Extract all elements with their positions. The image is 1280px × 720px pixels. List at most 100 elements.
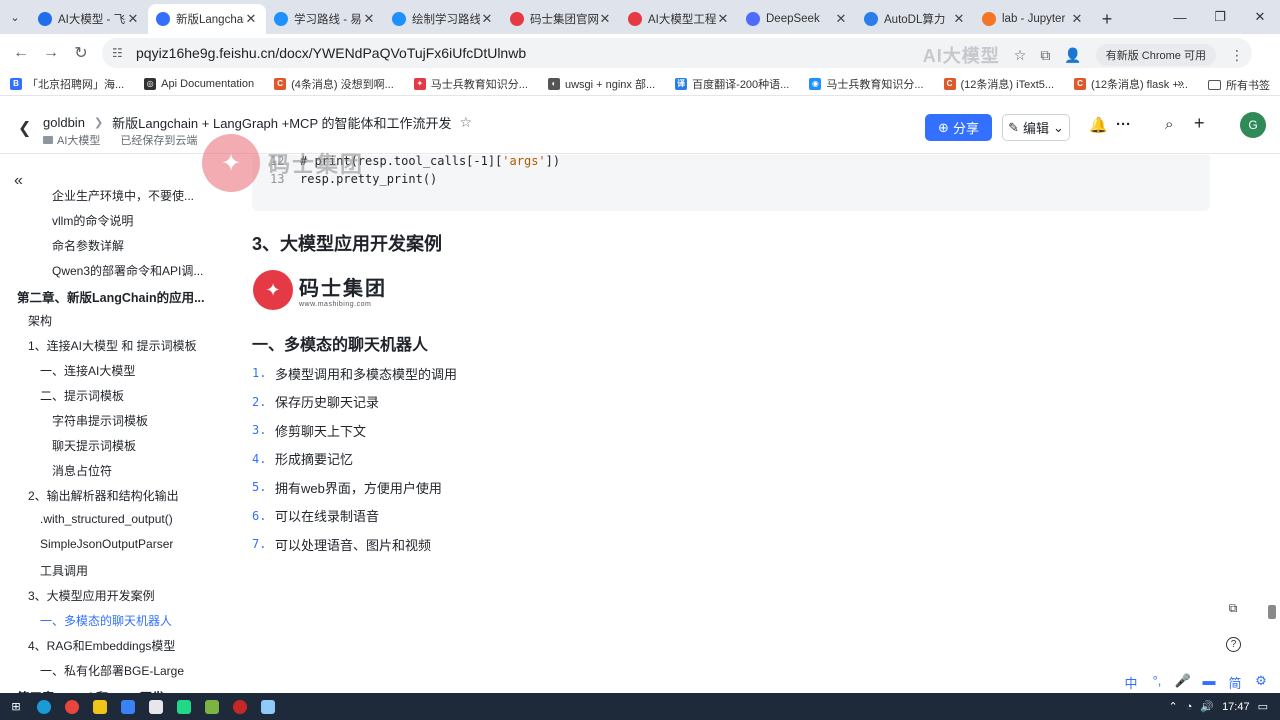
- toc-item[interactable]: 3、大模型应用开发案例: [28, 587, 155, 604]
- toc-item[interactable]: 企业生产环境中，不要使...: [52, 187, 194, 204]
- notepad-icon[interactable]: [200, 695, 224, 719]
- browser-tab[interactable]: AI大模型 - 飞书✕: [30, 4, 148, 34]
- tab-close-icon[interactable]: ✕: [480, 11, 494, 27]
- toc-item[interactable]: Qwen3的部署命令和API调...: [52, 262, 203, 279]
- collapse-sidebar-icon[interactable]: «: [14, 172, 23, 190]
- browser-tab[interactable]: 码士集团官网 ✕: [502, 4, 620, 34]
- tab-close-icon[interactable]: ✕: [1070, 11, 1084, 27]
- avatar[interactable]: G: [1240, 112, 1266, 138]
- browser-tab[interactable]: 学习路线 - 易 ✕: [266, 4, 384, 34]
- tab-close-icon[interactable]: ✕: [244, 11, 258, 27]
- bookmark-item[interactable]: B 「北京招聘网」海...: [10, 76, 124, 92]
- restore-icon[interactable]: ❐: [1200, 0, 1240, 34]
- close-window-icon[interactable]: ✕: [1240, 0, 1280, 34]
- tab-close-icon[interactable]: ✕: [834, 11, 848, 27]
- bookmark-item[interactable]: 译百度翻译-200种语...: [675, 76, 789, 92]
- notification-bell-icon[interactable]: 🔔: [1089, 116, 1108, 134]
- scroll-thumb[interactable]: [1268, 605, 1276, 619]
- add-icon[interactable]: +: [1194, 113, 1205, 134]
- update-chrome-button[interactable]: 有新版 Chrome 可用: [1095, 44, 1216, 66]
- tab-close-icon[interactable]: ✕: [362, 11, 376, 27]
- clock[interactable]: 17:47: [1222, 701, 1250, 713]
- share-button[interactable]: ⊕ 分享: [925, 114, 992, 141]
- toc-item[interactable]: .with_structured_output(): [40, 512, 173, 526]
- toc-item[interactable]: SimpleJsonOutputParser: [40, 537, 173, 551]
- code-block[interactable]: 12 # print(resp.tool_calls[-1]['args']) 1…: [252, 155, 1210, 211]
- forward-icon[interactable]: →: [36, 38, 66, 68]
- folder-link[interactable]: AI大模型: [43, 132, 100, 148]
- edit-mode-button[interactable]: ✎ 编辑 ⌄: [1002, 114, 1070, 141]
- toc-item[interactable]: 命名参数详解: [52, 237, 124, 254]
- ime-button[interactable]: 🎤: [1174, 673, 1192, 692]
- toc-item[interactable]: 一、多模态的聊天机器人: [40, 612, 172, 629]
- windows-start-icon[interactable]: ⊞: [4, 695, 28, 719]
- window-icon[interactable]: [256, 695, 280, 719]
- toc-item[interactable]: 工具调用: [40, 562, 88, 579]
- toc-item[interactable]: 聊天提示词模板: [52, 437, 136, 454]
- all-bookmarks-button[interactable]: 所有书签: [1208, 77, 1270, 93]
- bookmark-item[interactable]: ◐ uwsgi + nginx 部...: [547, 76, 655, 92]
- toc-item[interactable]: 字符串提示词模板: [52, 412, 148, 429]
- recorder-icon[interactable]: [228, 695, 252, 719]
- more-options-icon[interactable]: ···: [1116, 116, 1131, 133]
- bookmark-item[interactable]: ✦ 马士兵教育知识分...: [413, 76, 528, 92]
- bookmark-item[interactable]: C (12条消息) flask +...: [1074, 76, 1188, 92]
- back-icon[interactable]: ←: [6, 38, 36, 68]
- toc-item[interactable]: 一、连接AI大模型: [40, 362, 135, 379]
- tab-search-icon[interactable]: ⌄: [0, 0, 30, 34]
- toc-item[interactable]: 4、RAG和Embeddings模型: [28, 637, 175, 654]
- ime-button[interactable]: ▬: [1200, 673, 1218, 692]
- bookmark-item[interactable]: ◎ Api Documentation: [144, 77, 254, 90]
- toc-item[interactable]: 消息占位符: [52, 462, 112, 479]
- url-input[interactable]: ☷ pqyiz16he9g.feishu.cn/docx/YWENdPaQVoT…: [102, 38, 1252, 68]
- network-icon[interactable]: ◔: [1186, 701, 1193, 713]
- ime-button[interactable]: 简: [1226, 673, 1244, 692]
- app-icon[interactable]: [116, 695, 140, 719]
- volume-icon[interactable]: 🔊: [1200, 700, 1214, 713]
- browser-tab[interactable]: AI大模型工程 ✕: [620, 4, 738, 34]
- edge-icon[interactable]: [32, 695, 56, 719]
- bookmark-item[interactable]: ◉ 马士兵教育知识分...: [809, 76, 924, 92]
- bookmark-star-icon[interactable]: ☆: [1014, 47, 1027, 64]
- browser-tab[interactable]: 绘制学习路线 ✕: [384, 4, 502, 34]
- browser-tab[interactable]: DeepSeek ✕: [738, 4, 856, 34]
- toc-item[interactable]: 第二章、新版LangChain的应用...: [17, 287, 205, 306]
- bookmark-item[interactable]: C (12条消息) iText5...: [943, 76, 1054, 92]
- site-info-icon[interactable]: ☷: [112, 46, 128, 60]
- bookmark-item[interactable]: C (4条消息) 没想到啊...: [274, 76, 394, 92]
- notification-center-icon[interactable]: ▭: [1258, 700, 1268, 713]
- toc-item[interactable]: 一、私有化部署BGE-Large: [40, 662, 184, 679]
- browser-tab[interactable]: lab - Jupyter ✕: [974, 4, 1092, 34]
- typora-icon[interactable]: [144, 695, 168, 719]
- toc-item[interactable]: 1、连接AI大模型 和 提示词模板: [28, 337, 197, 354]
- tab-close-icon[interactable]: ✕: [716, 11, 730, 27]
- browser-tab[interactable]: 新版Langchain✕: [148, 4, 266, 34]
- comments-icon[interactable]: ⧉: [1222, 597, 1244, 619]
- bookmarks-overflow-icon[interactable]: »: [1177, 76, 1184, 90]
- chrome-menu-icon[interactable]: ⋮: [1230, 47, 1244, 64]
- ime-button[interactable]: 中: [1122, 673, 1140, 692]
- toc-item[interactable]: vllm的命令说明: [52, 212, 133, 229]
- tab-close-icon[interactable]: ✕: [598, 11, 612, 27]
- extensions-icon[interactable]: ⧉: [1040, 47, 1050, 64]
- minimize-icon[interactable]: —: [1160, 0, 1200, 34]
- new-tab-button[interactable]: +: [1092, 4, 1122, 34]
- tray-up-icon[interactable]: ⌃: [1168, 700, 1177, 713]
- scrollbar[interactable]: [1266, 155, 1278, 693]
- tab-close-icon[interactable]: ✕: [126, 11, 140, 27]
- ime-button[interactable]: ⚙: [1252, 673, 1270, 692]
- search-icon[interactable]: ⌕: [1165, 116, 1173, 133]
- toc-item[interactable]: 二、提示词模板: [40, 387, 124, 404]
- tab-close-icon[interactable]: ✕: [952, 11, 966, 27]
- reload-icon[interactable]: ↻: [66, 38, 96, 68]
- toc-item[interactable]: 2、输出解析器和结构化输出: [28, 487, 179, 504]
- toc-item[interactable]: 架构: [28, 312, 52, 329]
- favorite-star-icon[interactable]: ☆: [460, 114, 473, 131]
- doc-back-icon[interactable]: ❮: [18, 118, 31, 138]
- doc-title[interactable]: 新版Langchain + LangGraph +MCP 的智能体和工作流开发: [112, 113, 451, 132]
- breadcrumb-root[interactable]: goldbin: [43, 115, 85, 130]
- browser-tab[interactable]: AutoDL算力 ✕: [856, 4, 974, 34]
- chrome-icon[interactable]: [60, 695, 84, 719]
- ime-button[interactable]: °,: [1148, 673, 1166, 692]
- explorer-icon[interactable]: [88, 695, 112, 719]
